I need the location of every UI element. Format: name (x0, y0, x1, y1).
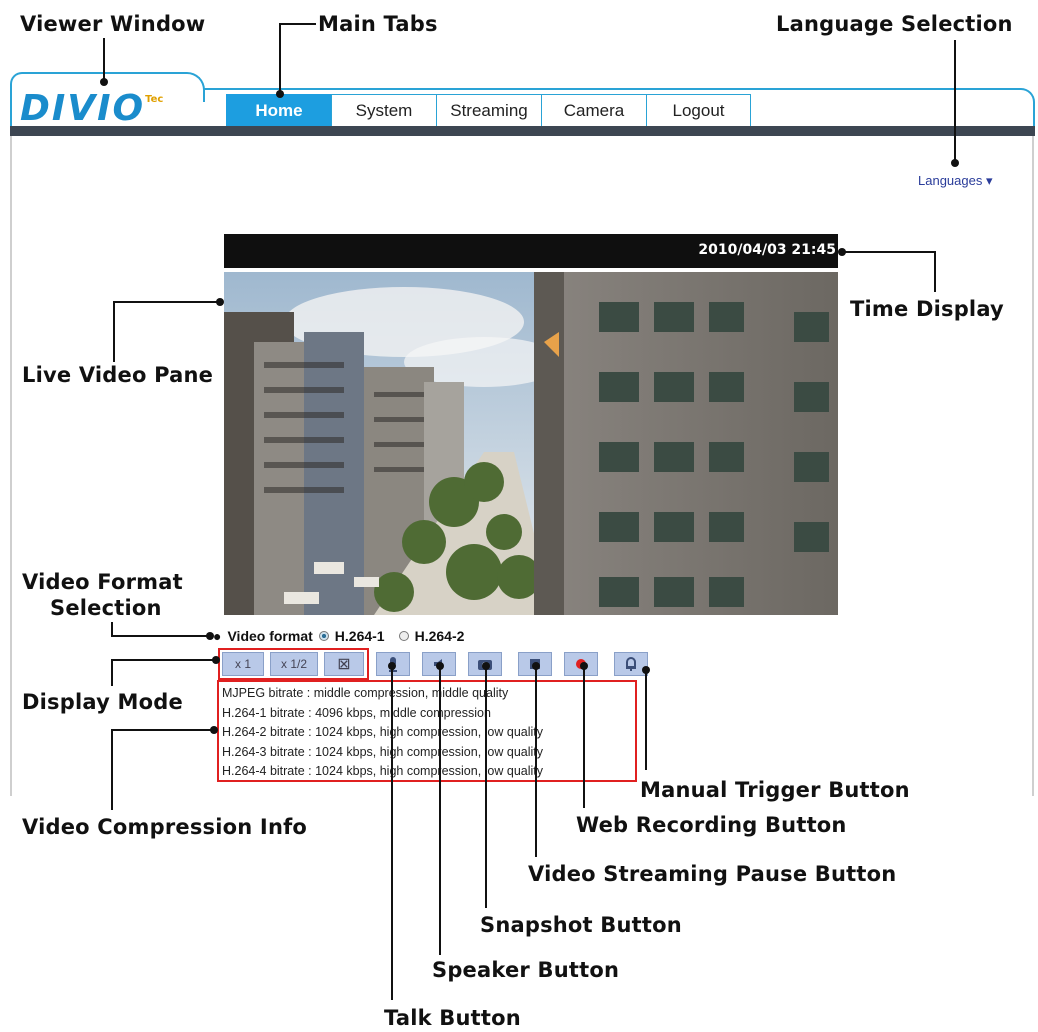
callout-leader-lines (100, 23, 959, 1000)
